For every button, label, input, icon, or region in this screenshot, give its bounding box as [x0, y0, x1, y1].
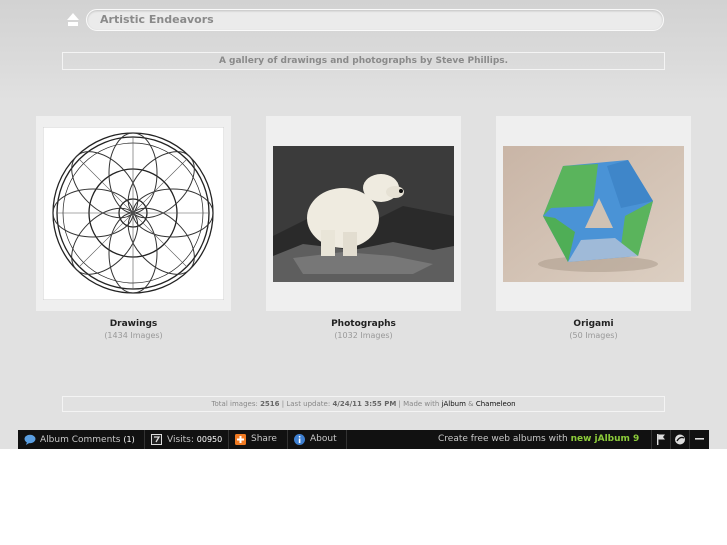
folder-thumbnail[interactable] [496, 116, 691, 311]
plus-icon [235, 434, 246, 445]
info-icon [294, 434, 305, 445]
jalbum-promo[interactable]: Create free web albums with new jAlbum 9 [438, 430, 639, 449]
folder-name[interactable]: Drawings [36, 319, 231, 329]
folder-thumbnail[interactable] [36, 116, 231, 311]
about-label: About [310, 434, 337, 444]
album-description: A gallery of drawings and photographs by… [62, 52, 665, 70]
last-update-value: 4/24/11 3:55 PM [332, 400, 397, 408]
jalbum-logo-button[interactable] [671, 430, 689, 449]
minimize-toolbar-button[interactable] [690, 430, 709, 449]
origami-photo-thumbnail [503, 146, 684, 282]
album-title: Artistic Endeavors [100, 13, 214, 26]
share-label: Share [251, 434, 277, 444]
polar-bear-photo-thumbnail [273, 146, 454, 282]
jalbum-logo-icon [675, 434, 685, 445]
bottom-toolbar: Album Comments (1) Visits: 00950 Share A… [18, 430, 709, 449]
jalbum-link[interactable]: jAlbum [442, 400, 466, 408]
speech-bubble-icon [24, 434, 36, 445]
ampersand: & [468, 400, 474, 408]
album-page: Artistic Endeavors A gallery of drawings… [0, 0, 727, 449]
visits-counter[interactable]: Visits: 00950 [145, 430, 228, 449]
total-images-label: Total images: [211, 400, 258, 408]
about-button[interactable]: About [288, 430, 346, 449]
chameleon-link[interactable]: Chameleon [476, 400, 516, 408]
album-comments-label: Album Comments (1) [40, 435, 135, 445]
folder-image-count: (1434 Images) [104, 331, 163, 340]
flag-icon [657, 434, 665, 445]
promo-link[interactable]: new jAlbum 9 [571, 434, 640, 444]
total-images-value: 2516 [260, 400, 280, 408]
made-with-label: | Made with [398, 400, 440, 408]
folder-thumbnail[interactable] [266, 116, 461, 311]
share-button[interactable]: Share [229, 430, 287, 449]
folder-name[interactable]: Photographs [266, 319, 461, 329]
mandala-drawing-thumbnail [43, 127, 224, 300]
promo-text: Create free web albums with [438, 434, 568, 444]
counter-icon [151, 434, 162, 445]
visits-label: Visits: 00950 [167, 435, 223, 445]
minus-icon [695, 438, 704, 440]
album-stats: Total images: 2516 | Last update: 4/24/1… [62, 396, 665, 412]
folder-image-count: (50 Images) [569, 331, 618, 340]
folder-name[interactable]: Origami [496, 319, 691, 329]
album-title-bar: Artistic Endeavors [86, 9, 664, 31]
album-comments-button[interactable]: Album Comments (1) [18, 430, 144, 449]
folder-image-count: (1032 Images) [334, 331, 393, 340]
last-update-label: | Last update: [281, 400, 331, 408]
toolbar-divider [346, 430, 347, 449]
up-arrow-icon[interactable] [66, 12, 80, 28]
flag-button[interactable] [652, 430, 670, 449]
